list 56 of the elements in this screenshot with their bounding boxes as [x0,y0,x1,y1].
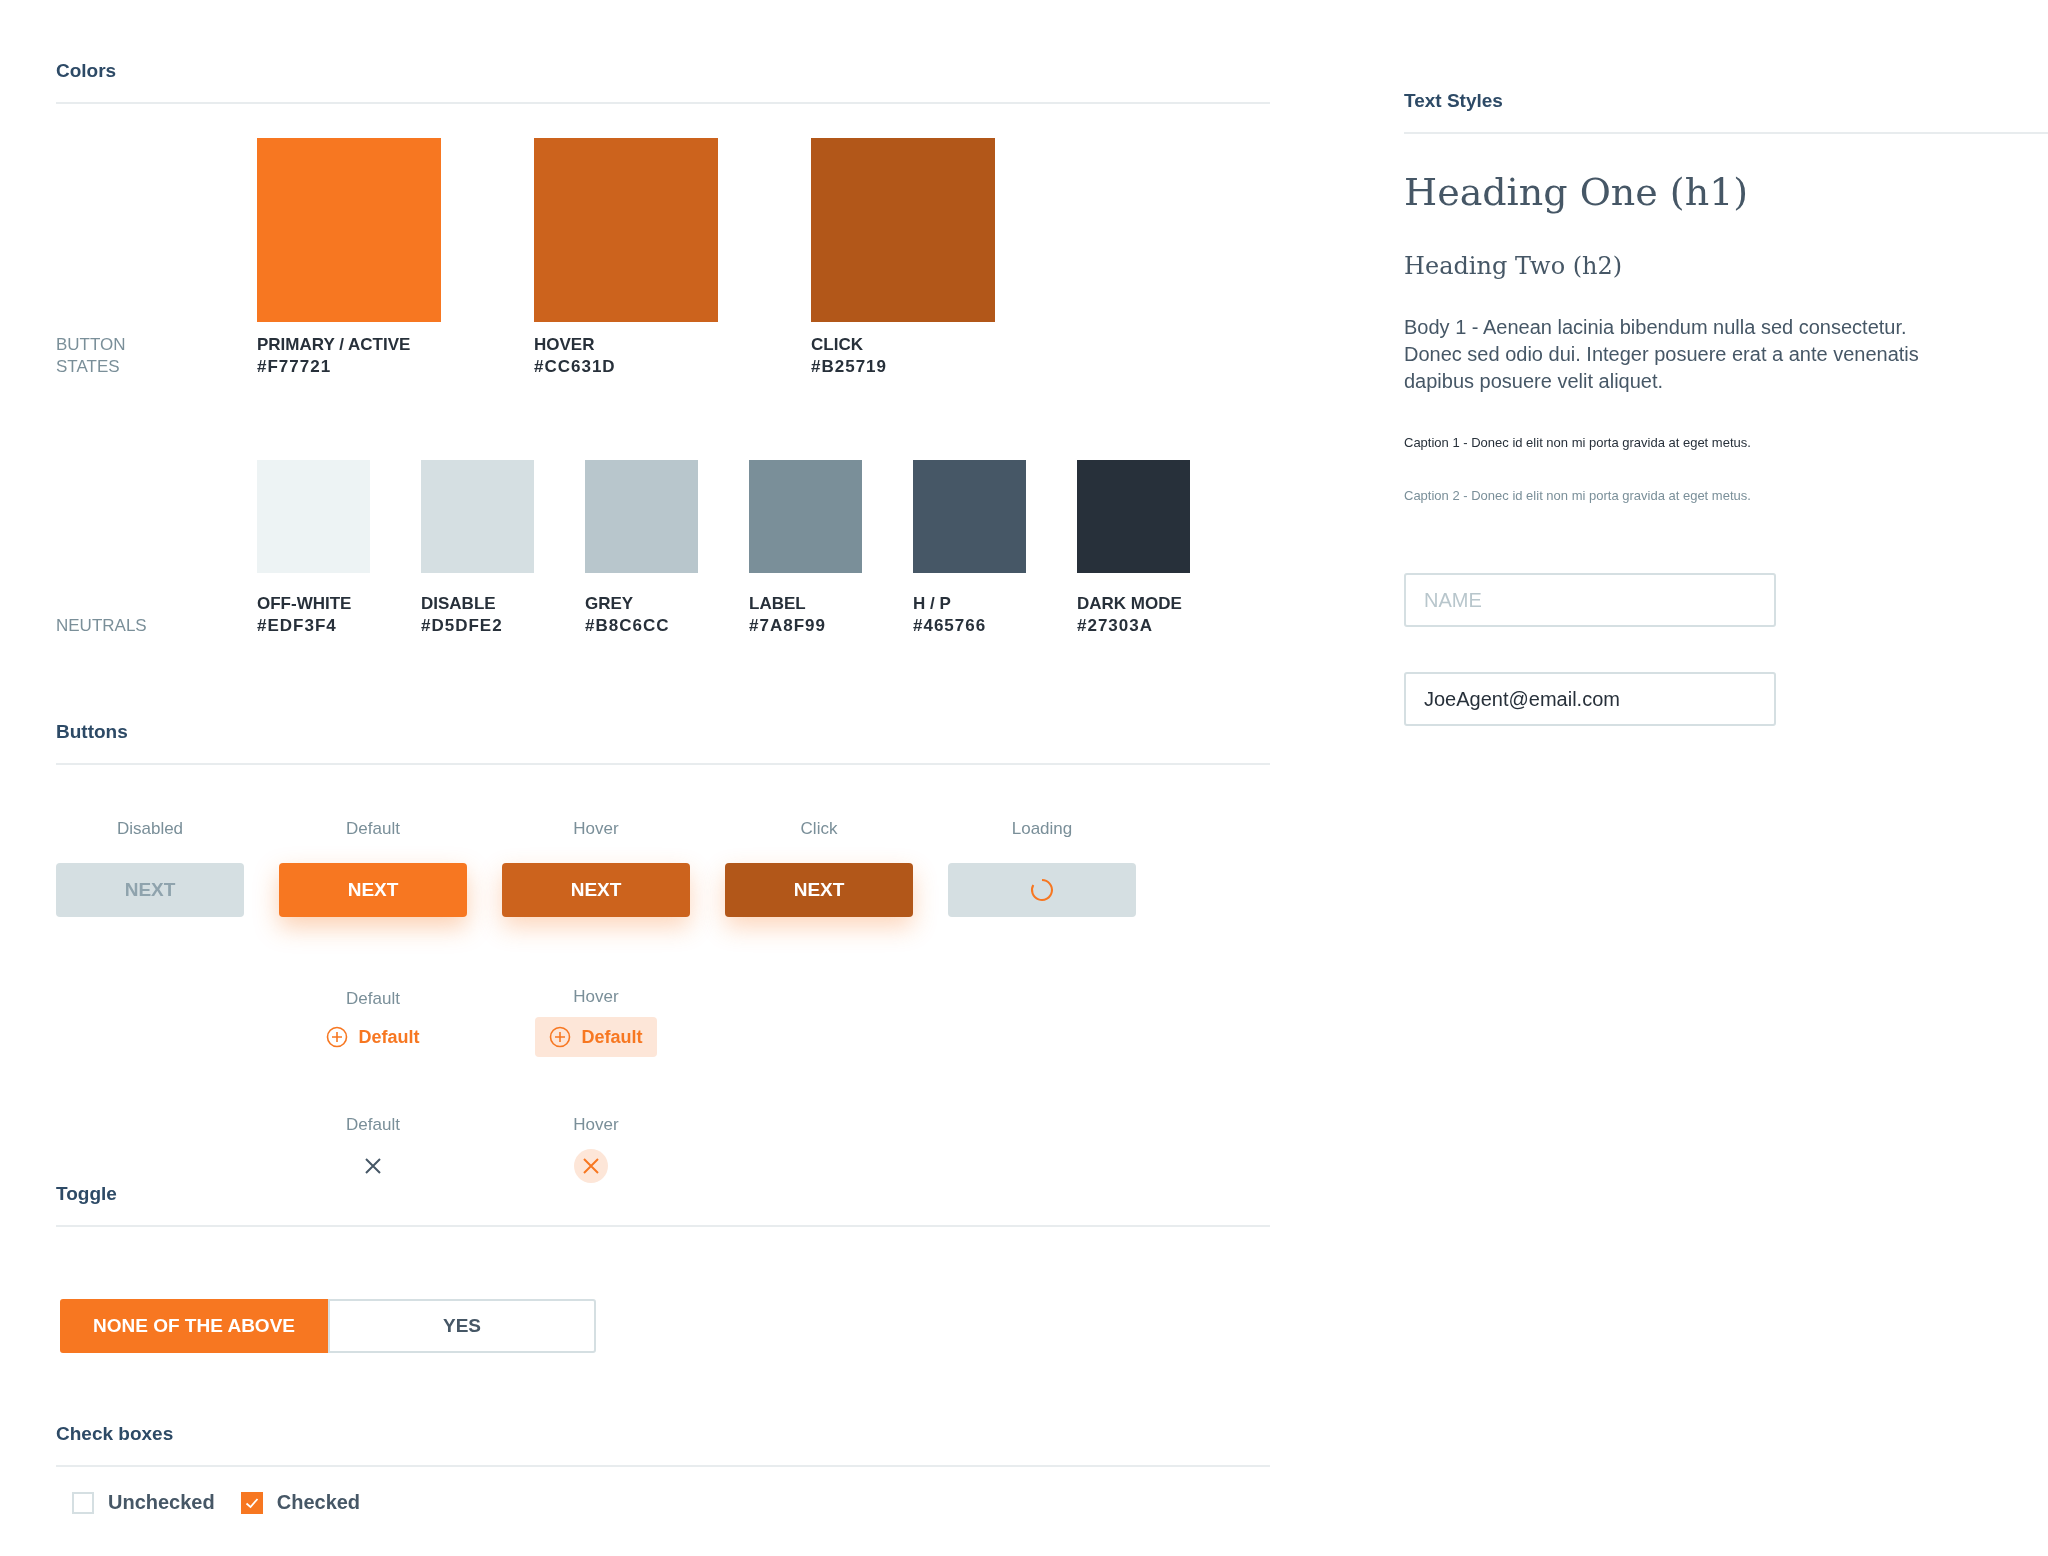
state-caption: Click [800,819,838,839]
color-name: LABEL [749,593,807,615]
input-field[interactable]: NAME [1404,573,1776,627]
color-hex: #CC631D [534,356,617,378]
color-name: DARK MODE [1077,593,1183,615]
checkbox-label: Unchecked [108,1491,215,1514]
caption-text: Caption 1 - Donec id elit non mi porta gravida at eget metus. [1404,435,1752,450]
color-hex: #465766 [913,615,988,637]
state-caption: Default [346,1115,400,1135]
color-name: HOVER [534,334,596,356]
toggle-option[interactable]: NONE OF THE ABOVE [60,1299,328,1353]
section-heading: Colors [56,60,117,82]
body-text: Body 1 - Aenean lacinia bibendum nulla sed consectetur. Donec sed odio dui. Integer posuere erat a ante venenatis dapibus posuere velit aliquet. [1404,315,1920,394]
state-caption: Hover [573,987,619,1007]
add-button[interactable]: Default [535,1017,657,1057]
color-hex: #B25719 [811,356,888,378]
color-name: DISABLE [421,593,497,615]
checkbox[interactable] [240,1491,263,1514]
state-caption: Loading [1011,819,1073,839]
color-name: CLICK [811,334,864,356]
section-heading: Text Styles [1404,90,1503,112]
color-hex: #EDF3F4 [257,615,338,637]
state-caption: Default [346,819,400,839]
close-icon [582,1157,600,1175]
next-button[interactable]: NEXT [725,863,913,917]
heading-one: Heading One (h1) [1404,170,1750,214]
next-button[interactable]: NEXT [279,863,467,917]
caption-text: Caption 2 - Donec id elit non mi porta gravida at eget metus. [1404,488,1752,503]
group-label: NEUTRALS [56,615,148,637]
plus-circle-icon [326,1026,349,1048]
checkbox-label: Checked [276,1491,361,1514]
state-caption: Default [346,989,400,1009]
section-heading: Buttons [56,721,128,743]
state-caption: Hover [573,819,619,839]
section-heading: Check boxes [56,1423,174,1445]
color-name: H / P [913,593,952,615]
color-name: GREY [585,593,635,615]
color-name: OFF-WHITE [257,593,353,615]
color-hex: #B8C6CC [585,615,671,637]
color-hex: #7A8F99 [749,615,827,637]
spinner-icon [1029,877,1055,903]
input-field[interactable]: JoeAgent@email.com [1404,672,1776,726]
color-hex: #D5DFE2 [421,615,504,637]
color-name: PRIMARY / ACTIVE [257,334,412,356]
state-caption: Disabled [116,819,184,839]
color-hex: #F77721 [257,356,333,378]
toggle-option[interactable]: YES [328,1299,596,1353]
close-icon [364,1157,382,1175]
heading-two: Heading Two (h2) [1404,252,1624,280]
group-label: BUTTON STATES [56,334,127,378]
next-button[interactable]: NEXT [502,863,690,917]
section-heading: Toggle [56,1183,117,1205]
color-hex: #27303A [1077,615,1154,637]
state-caption: Hover [573,1115,619,1135]
plus-circle-icon [549,1026,572,1048]
add-button[interactable]: Default [312,1017,434,1057]
